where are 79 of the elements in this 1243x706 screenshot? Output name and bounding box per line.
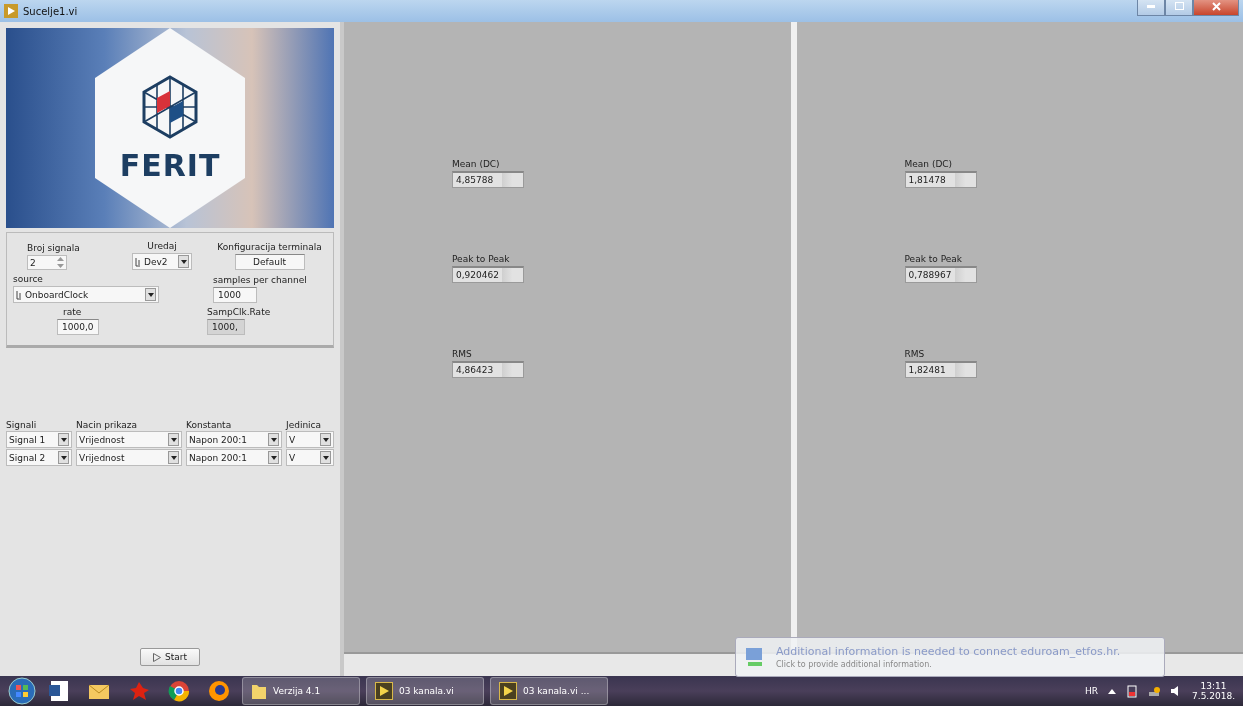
stat-label: Mean (DC) xyxy=(904,159,954,169)
play-icon xyxy=(153,652,161,662)
caret-icon xyxy=(60,455,67,460)
clock[interactable]: 13:11 7.5.2018. xyxy=(1192,681,1235,701)
field-label: source xyxy=(13,274,43,284)
text-field[interactable]: Default xyxy=(234,254,305,270)
window-title: Sucelje1.vi xyxy=(23,5,79,17)
star-figure-icon[interactable] xyxy=(128,680,150,702)
maximize-button[interactable] xyxy=(1165,0,1193,16)
dropdown[interactable]: Signal 1 xyxy=(6,431,72,448)
field-label: rate xyxy=(63,307,82,317)
network-icon[interactable] xyxy=(1148,685,1161,697)
stat-label: Peak to Peak xyxy=(452,254,511,264)
minimize-button[interactable] xyxy=(1137,0,1165,16)
spinner-icon[interactable] xyxy=(57,257,64,268)
document-icon[interactable] xyxy=(48,680,70,702)
taskbar-button[interactable]: Verzija 4.1 xyxy=(242,677,360,705)
start-button[interactable]: Start xyxy=(140,648,200,666)
stat-label: Mean (DC) xyxy=(452,159,501,169)
caret-icon xyxy=(147,292,154,297)
stat-label: Peak to Peak xyxy=(904,254,963,264)
caret-icon xyxy=(180,259,187,264)
stat-label: RMS xyxy=(452,349,473,359)
caret-icon xyxy=(170,455,177,460)
indicator-field: 1000, xyxy=(207,319,245,335)
column-header: Signali xyxy=(6,420,38,430)
column-header: Konstanta xyxy=(186,420,233,430)
dropdown[interactable]: Napon 200:1 xyxy=(186,449,282,466)
column-header: Nacin prikaza xyxy=(76,420,138,430)
up-arrow-icon[interactable] xyxy=(1108,688,1117,694)
dropdown[interactable]: Napon 200:1 xyxy=(186,431,282,448)
notification-text: Click to provide additional information. xyxy=(776,660,933,669)
dropdown[interactable]: V xyxy=(286,431,334,448)
source-dropdown[interactable]: OnboardClock xyxy=(13,286,159,303)
maximize-icon xyxy=(1174,2,1184,10)
logo-text: FERIT xyxy=(119,147,221,183)
dropdown[interactable]: Signal 2 xyxy=(6,449,72,466)
caret-icon xyxy=(322,437,329,442)
labview-file-icon xyxy=(499,682,517,700)
dropdown[interactable]: Vrijednost xyxy=(76,449,182,466)
browser-icon[interactable] xyxy=(168,680,190,702)
taskbar-button[interactable]: 03 kanala.vi xyxy=(366,677,484,705)
stat-indicator: 4,85788 xyxy=(452,171,524,188)
dropdown[interactable]: V xyxy=(286,449,334,466)
battery-icon[interactable] xyxy=(1126,684,1139,698)
taskbar-button[interactable]: 03 kanala.vi ... xyxy=(490,677,608,705)
stat-indicator: 1,82481 xyxy=(904,361,977,378)
start-orb-icon[interactable] xyxy=(8,677,36,705)
field-label: samples per channel xyxy=(213,275,307,285)
stat-indicator: 0,920462 xyxy=(452,266,524,283)
language-indicator[interactable]: HR xyxy=(1085,686,1099,696)
caret-icon xyxy=(270,455,277,460)
notification-title: Additional information is needed to connect eduroam_etfos.hr. xyxy=(776,645,1121,658)
field-label: SampClk.Rate xyxy=(207,307,271,317)
dropdown[interactable]: Vrijednost xyxy=(76,431,182,448)
close-button[interactable] xyxy=(1193,0,1239,16)
field-label: Broj signala xyxy=(27,243,80,253)
stat-indicator: 1,81478 xyxy=(904,171,977,188)
close-icon xyxy=(1211,1,1221,11)
stat-indicator: 0,788967 xyxy=(904,266,977,283)
caret-icon xyxy=(322,455,329,460)
caret-icon xyxy=(60,437,67,442)
numeric-field[interactable]: 1000,0 xyxy=(57,319,99,335)
caret-icon xyxy=(170,437,177,442)
numeric-field[interactable]: 1000 xyxy=(213,287,257,303)
stat-indicator: 4,86423 xyxy=(452,361,524,378)
fox-browser-icon[interactable] xyxy=(208,680,230,702)
labview-file-icon xyxy=(375,682,393,700)
caret-icon xyxy=(270,437,277,442)
folder-icon xyxy=(251,682,267,700)
minimize-icon xyxy=(1147,4,1155,8)
app-icon xyxy=(4,4,18,18)
field-label: Konfiguracija terminala xyxy=(217,242,322,252)
column-header: Jedinica xyxy=(286,420,323,430)
device-dropdown[interactable]: Dev2 xyxy=(132,253,192,270)
numeric-field[interactable]: 2 xyxy=(27,255,67,270)
field-label: Uredaj xyxy=(147,241,177,251)
stat-label: RMS xyxy=(904,349,926,359)
hexagon-grid-logo-icon xyxy=(140,73,200,140)
